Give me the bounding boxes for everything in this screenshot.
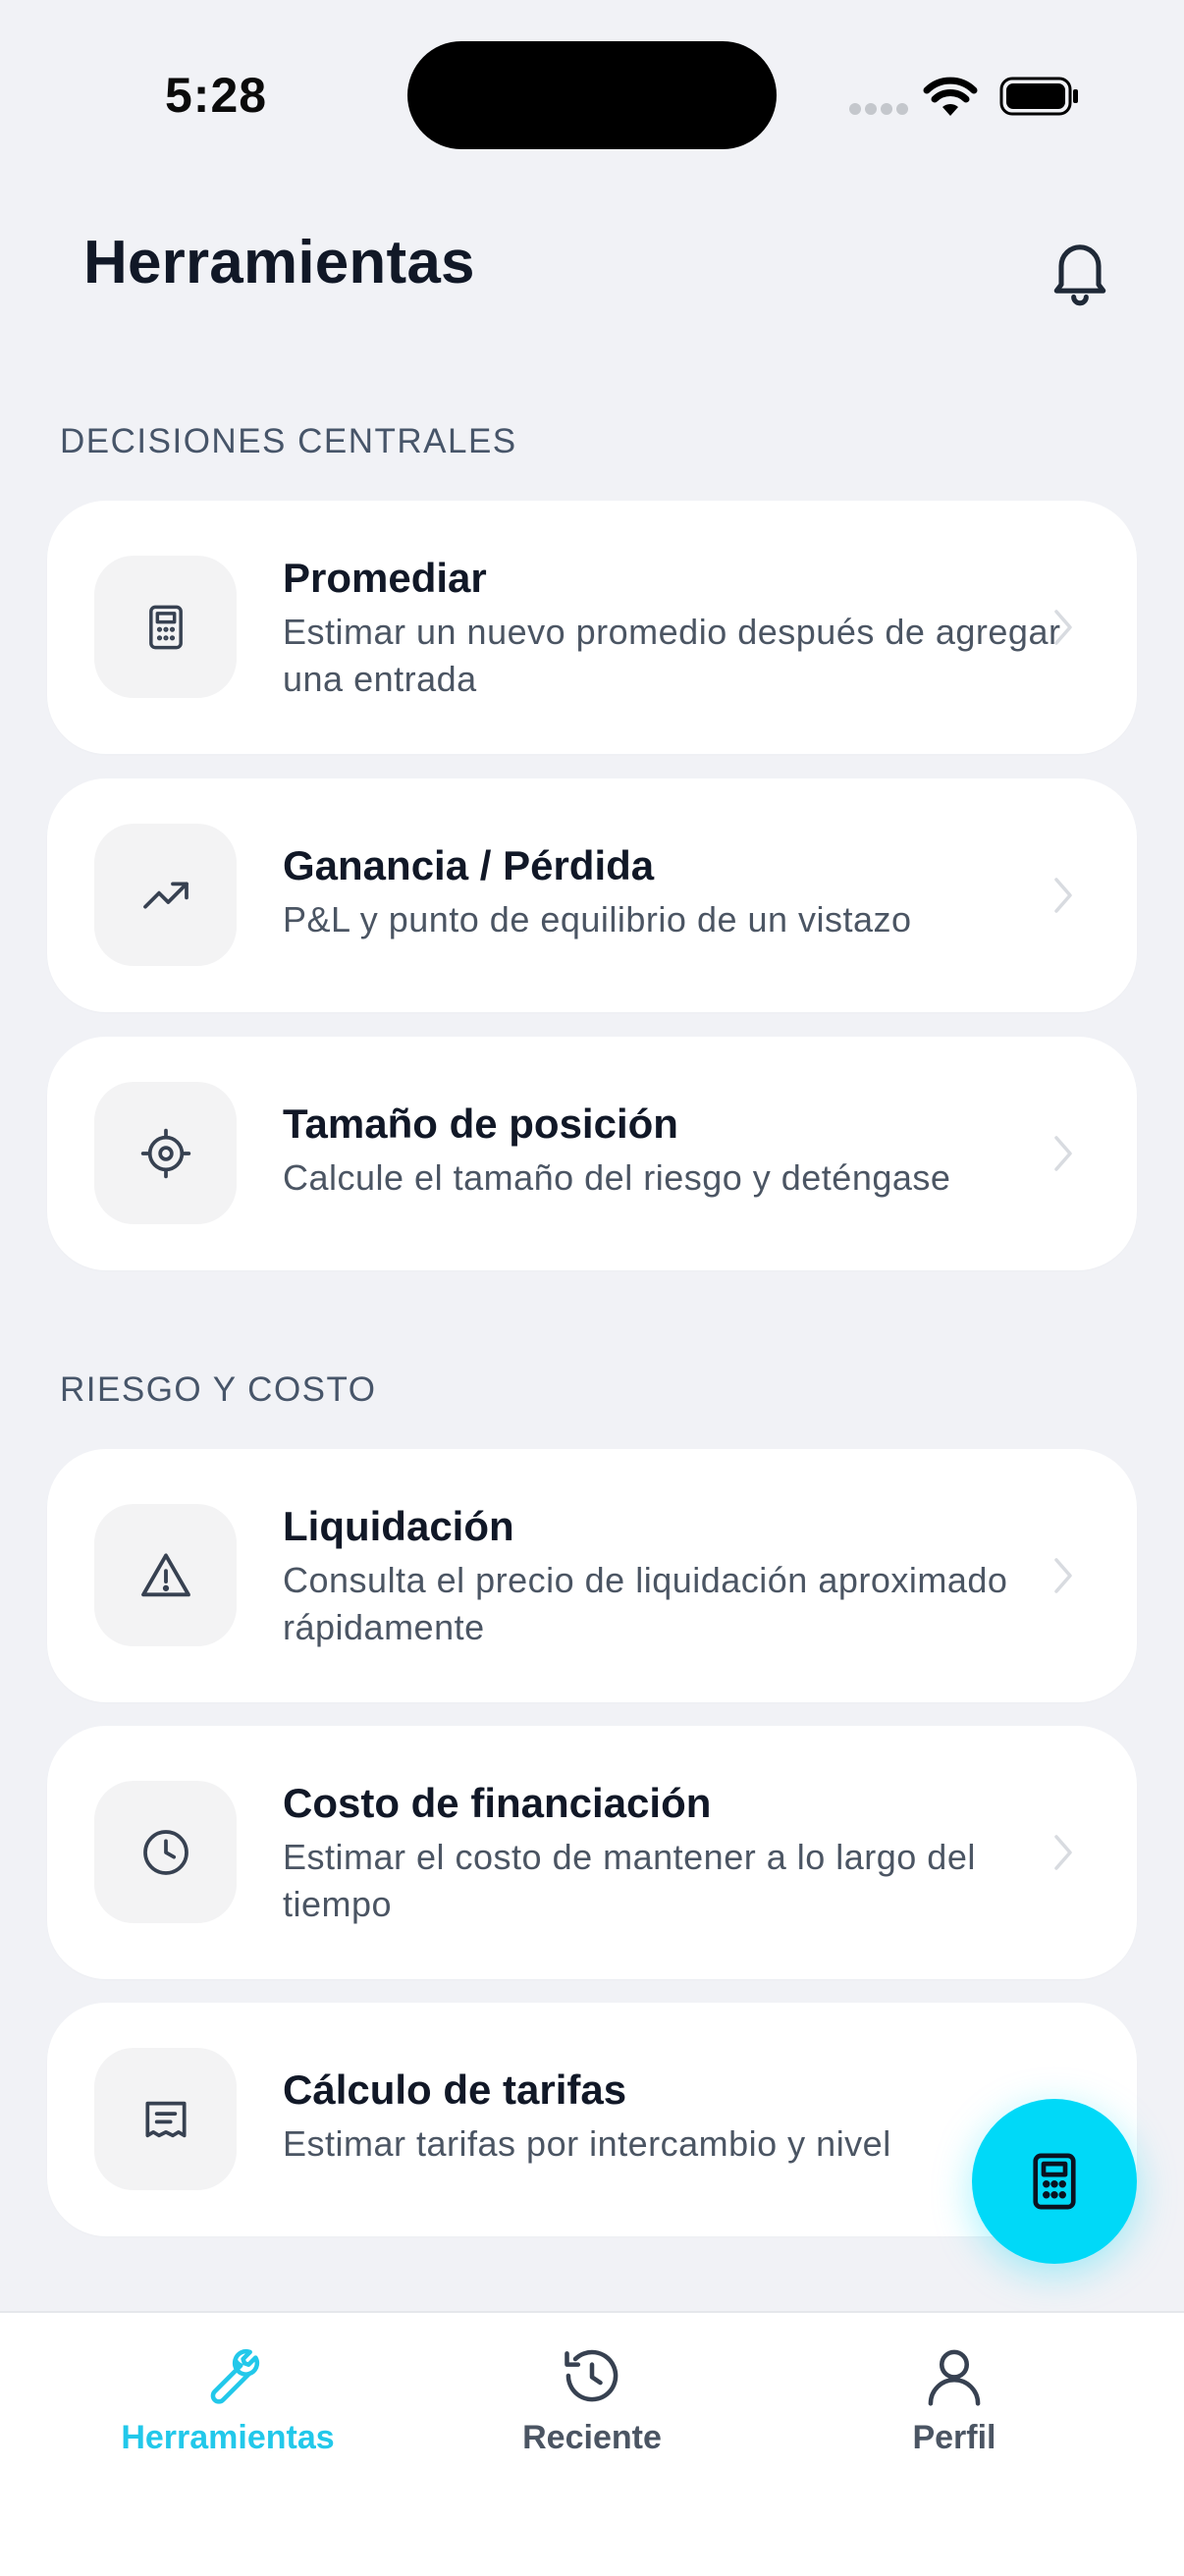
warning-icon [140,1553,190,1596]
card-icon-box [94,1504,237,1646]
card-icon-box [94,1781,237,1923]
status-time: 5:28 [165,68,268,123]
chevron-right-icon [1054,878,1072,913]
tab-label: Perfil [912,2419,996,2456]
card-icon-box [94,1082,237,1224]
card-title: Costo de financiación [283,1780,712,1826]
calculator-icon [1033,2153,1076,2210]
page-title: Herramientas [83,229,475,296]
notifications-button[interactable] [1043,232,1117,306]
tab-perfil[interactable]: Perfil [807,2342,1102,2490]
tab-label: Herramientas [121,2419,335,2456]
tab-reciente[interactable]: Reciente [445,2342,739,2490]
section-label-risk-cost: RIESGO Y COSTO [60,1370,377,1409]
wifi-icon [923,77,978,116]
tool-card-funding-cost[interactable]: Costo de financiación Estimar el costo d… [47,1726,1137,1979]
card-title: Liquidación [283,1503,514,1549]
card-icon-box [94,556,237,698]
tool-card-average[interactable]: Promediar Estimar un nuevo promedio desp… [47,501,1137,754]
tool-card-profit-loss[interactable]: Ganancia / Pérdida P&L y punto de equili… [47,778,1137,1012]
card-title: Ganancia / Pérdida [283,842,655,888]
wrench-icon [210,2348,260,2404]
card-title: Tamaño de posición [283,1100,678,1147]
section-label-core-decisions: DECISIONES CENTRALES [60,422,517,460]
user-icon [928,2349,981,2406]
chevron-right-icon [1054,610,1072,645]
card-subtitle: Estimar tarifas por intercambio y nivel [283,2123,891,2164]
card-icon-box [94,824,237,966]
card-title: Cálculo de tarifas [283,2066,627,2113]
calculator-icon [148,605,183,649]
crosshair-icon [140,1128,190,1178]
history-icon [565,2349,619,2402]
dynamic-island [407,41,777,149]
card-icon-box [94,2048,237,2190]
card-subtitle: Estimar un nuevo promedio después de agr… [283,612,1061,699]
tool-card-position-size[interactable]: Tamaño de posición Calcule el tamaño del… [47,1037,1137,1270]
bell-icon [1053,244,1106,306]
chevron-right-icon [1054,1558,1072,1593]
tab-label: Reciente [522,2419,662,2456]
cellular-signal-icon [849,103,908,115]
chevron-right-icon [1054,1835,1072,1870]
calculator-fab-button[interactable] [972,2099,1137,2264]
battery-icon [999,77,1078,116]
trending-up-icon [142,881,188,909]
tab-herramientas[interactable]: Herramientas [81,2342,375,2490]
card-subtitle: Consulta el precio de liquidación aproxi… [283,1560,1008,1647]
bottom-tab-bar: Herramientas Reciente Perfil [0,2311,1184,2576]
clock-icon [142,1829,188,1875]
card-subtitle: P&L y punto de equilibrio de un vistazo [283,899,912,939]
receipt-icon [144,2101,187,2137]
tool-card-liquidation[interactable]: Liquidación Consulta el precio de liquid… [47,1449,1137,1702]
card-subtitle: Calcule el tamaño del riesgo y deténgase [283,1157,951,1198]
chevron-right-icon [1054,1136,1072,1171]
card-subtitle: Estimar el costo de mantener a lo largo … [283,1837,976,1924]
card-title: Promediar [283,555,487,601]
